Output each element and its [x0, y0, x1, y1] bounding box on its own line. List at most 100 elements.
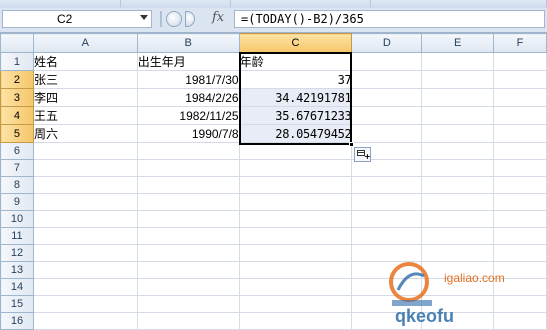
- row-header[interactable]: 1: [0, 52, 34, 71]
- cell-a3[interactable]: 李四: [32, 88, 138, 107]
- cell[interactable]: [238, 142, 353, 160]
- cell[interactable]: [421, 193, 495, 211]
- cell[interactable]: [32, 159, 138, 177]
- cell[interactable]: [493, 193, 547, 211]
- cell[interactable]: [136, 193, 240, 211]
- cell[interactable]: [238, 312, 353, 330]
- cell[interactable]: [32, 142, 138, 160]
- cell[interactable]: [32, 295, 138, 313]
- cell[interactable]: [238, 193, 353, 211]
- cell-b4[interactable]: 1982/11/25: [136, 106, 240, 125]
- cell[interactable]: [421, 159, 495, 177]
- cell[interactable]: [351, 210, 423, 228]
- function-icon[interactable]: fx: [212, 10, 224, 25]
- row-header[interactable]: 6: [0, 142, 34, 160]
- cell-a5[interactable]: 周六: [32, 124, 138, 143]
- cell[interactable]: [421, 88, 495, 107]
- cell[interactable]: [136, 210, 240, 228]
- row-header[interactable]: 9: [0, 193, 34, 211]
- select-all-corner[interactable]: [0, 33, 34, 53]
- column-header-c[interactable]: C: [238, 33, 353, 53]
- cell[interactable]: [493, 210, 547, 228]
- cell[interactable]: [32, 227, 138, 245]
- cell[interactable]: [238, 159, 353, 177]
- cell-c3[interactable]: 34.42191781: [238, 88, 353, 107]
- cell[interactable]: [238, 227, 353, 245]
- cell[interactable]: [136, 159, 240, 177]
- row-header[interactable]: 5: [0, 124, 34, 143]
- cell[interactable]: [32, 261, 138, 279]
- row-header[interactable]: 3: [0, 88, 34, 107]
- row-header[interactable]: 4: [0, 106, 34, 125]
- cell[interactable]: [351, 159, 423, 177]
- column-header-f[interactable]: F: [493, 33, 547, 53]
- chevron-down-icon[interactable]: [140, 15, 148, 20]
- cell[interactable]: [32, 193, 138, 211]
- cell[interactable]: [136, 312, 240, 330]
- cell-a1[interactable]: 姓名: [32, 52, 138, 71]
- cell-b3[interactable]: 1984/2/26: [136, 88, 240, 107]
- column-header-a[interactable]: A: [32, 33, 138, 53]
- cell[interactable]: [238, 278, 353, 296]
- cell[interactable]: [421, 106, 495, 125]
- cell[interactable]: [238, 210, 353, 228]
- column-header-b[interactable]: B: [136, 33, 240, 53]
- confirm-edit-button[interactable]: [185, 11, 195, 27]
- cell[interactable]: [421, 52, 495, 71]
- autofill-options-icon[interactable]: +: [354, 147, 371, 162]
- column-header-e[interactable]: E: [421, 33, 495, 53]
- cell[interactable]: [493, 88, 547, 107]
- cell[interactable]: [493, 227, 547, 245]
- cell[interactable]: [493, 176, 547, 194]
- cell[interactable]: [351, 70, 423, 89]
- name-box[interactable]: C2: [2, 10, 152, 28]
- column-header-d[interactable]: D: [351, 33, 423, 53]
- row-header[interactable]: 2: [0, 70, 34, 89]
- cell-a4[interactable]: 王五: [32, 106, 138, 125]
- cell[interactable]: [421, 142, 495, 160]
- cell-a2[interactable]: 张三: [32, 70, 138, 89]
- cell[interactable]: [136, 142, 240, 160]
- cell[interactable]: [493, 159, 547, 177]
- cell[interactable]: [493, 124, 547, 143]
- cell[interactable]: [136, 227, 240, 245]
- cell[interactable]: [238, 176, 353, 194]
- cell-b1[interactable]: 出生年月: [136, 52, 240, 71]
- cell[interactable]: [351, 106, 423, 125]
- cell[interactable]: [351, 124, 423, 143]
- cell[interactable]: [32, 244, 138, 262]
- cell[interactable]: [136, 176, 240, 194]
- cell[interactable]: [32, 176, 138, 194]
- cell[interactable]: [351, 88, 423, 107]
- cell[interactable]: [136, 295, 240, 313]
- cell[interactable]: [493, 70, 547, 89]
- cell[interactable]: [238, 244, 353, 262]
- cell[interactable]: [421, 227, 495, 245]
- row-header[interactable]: 8: [0, 176, 34, 194]
- cell[interactable]: [32, 210, 138, 228]
- cell[interactable]: [493, 52, 547, 71]
- row-header[interactable]: 13: [0, 261, 34, 279]
- cell[interactable]: [136, 244, 240, 262]
- row-header[interactable]: 14: [0, 278, 34, 296]
- cell[interactable]: [32, 312, 138, 330]
- cell[interactable]: [351, 52, 423, 71]
- cell-c2[interactable]: 37: [238, 70, 353, 89]
- cell[interactable]: [238, 261, 353, 279]
- cell[interactable]: [421, 176, 495, 194]
- cell[interactable]: [493, 106, 547, 125]
- cell[interactable]: [421, 124, 495, 143]
- cell[interactable]: [351, 227, 423, 245]
- cell[interactable]: [493, 142, 547, 160]
- cell-b2[interactable]: 1981/7/30: [136, 70, 240, 89]
- row-header[interactable]: 12: [0, 244, 34, 262]
- formula-input[interactable]: =(TODAY()-B2)/365: [234, 10, 545, 28]
- cell[interactable]: [351, 193, 423, 211]
- cell-c1[interactable]: 年龄: [238, 52, 353, 71]
- cell[interactable]: [32, 278, 138, 296]
- cell[interactable]: [421, 210, 495, 228]
- cell[interactable]: [136, 278, 240, 296]
- row-header[interactable]: 11: [0, 227, 34, 245]
- cell-c4[interactable]: 35.67671233: [238, 106, 353, 125]
- row-header[interactable]: 7: [0, 159, 34, 177]
